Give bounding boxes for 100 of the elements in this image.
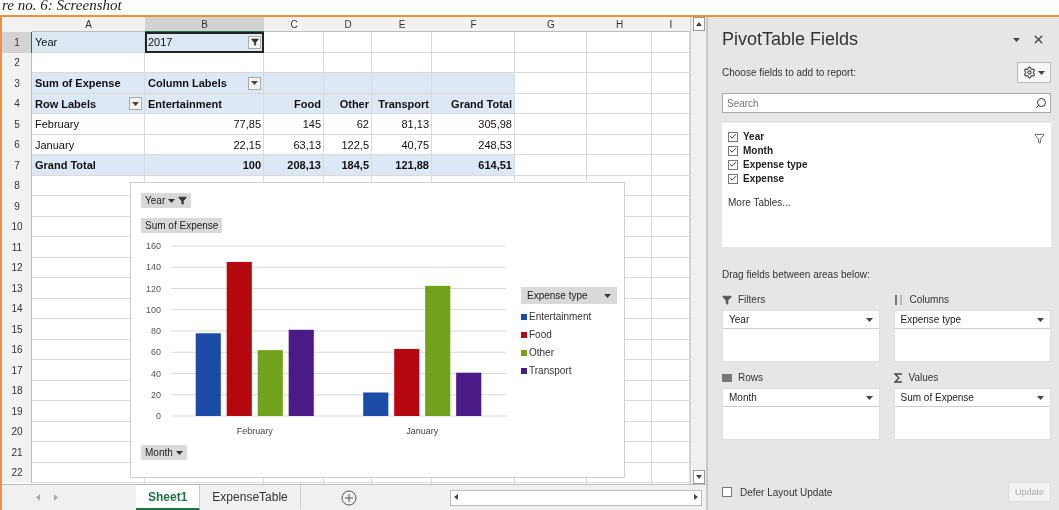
row-header[interactable]: 7 (2, 155, 32, 176)
table-cell[interactable]: 2017 (145, 32, 264, 53)
caret-icon (175, 450, 183, 455)
row-header[interactable]: 20 (2, 421, 32, 442)
checkbox-label: Defer Layout Update (740, 486, 833, 498)
caret-icon (603, 293, 611, 298)
rows-icon (722, 372, 732, 383)
row-header[interactable]: 16 (2, 339, 32, 360)
column-header[interactable]: C (264, 17, 324, 32)
table-cell[interactable] (264, 73, 324, 94)
table-cell[interactable]: Food (264, 93, 324, 114)
vertical-scrollbar[interactable] (690, 17, 706, 484)
axis-field-button[interactable]: Month (141, 445, 187, 460)
area-field-item[interactable]: Expense type (894, 311, 1050, 329)
table-cell[interactable]: 121,88 (372, 155, 432, 176)
column-header[interactable]: H (587, 17, 652, 32)
down-arrow-icon (695, 475, 702, 479)
row-header[interactable]: 2 (2, 52, 32, 73)
row-header[interactable]: 3 (2, 73, 32, 94)
column-header[interactable]: G (515, 17, 587, 32)
area-field-item[interactable]: Sum of Expense (894, 389, 1050, 407)
area-drop-box[interactable]: Year (722, 310, 880, 362)
caret-icon (1037, 395, 1044, 400)
chart-filter-button[interactable]: Year (141, 193, 192, 208)
sheet-tab[interactable]: Sheet1 (136, 485, 201, 510)
sheet-tab[interactable]: ExpenseTable (200, 485, 301, 510)
search-field[interactable]: Search (722, 93, 1051, 113)
tick-label: 80 (151, 326, 161, 336)
legend-item: Entertainment (521, 311, 617, 322)
row-header[interactable]: 13 (2, 278, 32, 299)
settings-button[interactable] (1017, 62, 1051, 83)
area-drop-box[interactable]: Expense type (893, 310, 1051, 362)
row-header[interactable]: 19 (2, 401, 32, 422)
columns-icon (893, 294, 904, 305)
checkbox[interactable] (728, 173, 738, 184)
filter-icon (722, 294, 732, 305)
area-field-item[interactable]: Month (723, 389, 879, 407)
checkbox[interactable] (722, 487, 732, 497)
row-header[interactable]: 18 (2, 380, 32, 401)
table-cell[interactable]: 100 (145, 155, 264, 176)
pane-subtitle: Choose fields to add to report: (722, 67, 857, 78)
table-cell[interactable]: Sum of Expense (32, 73, 145, 94)
caret-icon (865, 395, 873, 400)
row-header[interactable]: 17 (2, 360, 32, 381)
table-cell[interactable] (372, 73, 432, 94)
area-drop-box[interactable]: Month (722, 388, 880, 440)
tick-label: 120 (145, 283, 161, 294)
pane-title: PivotTable Fields (722, 29, 860, 50)
row-header[interactable]: 4 (2, 93, 32, 114)
field-label: Year (743, 131, 765, 142)
row-header[interactable]: 1 (2, 32, 32, 53)
row-header[interactable]: 14 (2, 298, 32, 319)
legend-item: Other (521, 347, 617, 358)
area-label: Columns (909, 294, 949, 305)
area-drop-box[interactable]: Sum of Expense (893, 388, 1051, 440)
dropdown-button[interactable] (129, 97, 142, 111)
row-header[interactable]: 6 (2, 134, 32, 155)
column-header[interactable]: A (32, 17, 145, 32)
row-header[interactable]: 15 (2, 319, 32, 340)
legend-item: Food (521, 329, 617, 340)
row-header[interactable]: 8 (2, 175, 32, 196)
row-header[interactable]: 22 (2, 462, 32, 483)
table-cell[interactable]: 614,51 (432, 155, 515, 176)
area-field-item[interactable]: Year (723, 311, 879, 329)
tick-label: 20 (151, 389, 161, 400)
table-cell[interactable]: 184,5 (324, 155, 372, 176)
column-header[interactable]: E (372, 17, 432, 32)
checkbox[interactable] (728, 145, 738, 156)
column-header[interactable]: F (432, 17, 515, 32)
row-header[interactable]: 9 (2, 196, 32, 217)
row-header[interactable]: 12 (2, 257, 32, 278)
table-cell[interactable]: Year (32, 32, 145, 53)
more-tables-link[interactable]: More Tables... (728, 197, 791, 208)
row-header[interactable]: 10 (2, 216, 32, 237)
row-header[interactable]: 5 (2, 114, 32, 135)
horizontal-scrollbar[interactable] (450, 489, 702, 506)
table-cell[interactable]: Entertainment (145, 93, 264, 114)
checkbox[interactable] (728, 131, 738, 142)
tick-label: 100 (145, 304, 161, 315)
close-icon (1032, 33, 1045, 46)
pivot-chart[interactable]: Year Sum of Expense 0 20 40 60 80 100 120 140 160 February January Expense type Entertainment Food Other Transport Month (130, 182, 625, 478)
column-header[interactable]: D (324, 17, 372, 32)
table-cell[interactable]: 208,13 (264, 155, 324, 176)
table-cell[interactable]: Column Labels (145, 73, 264, 94)
table-cell[interactable]: Other (324, 93, 372, 114)
table-cell[interactable] (432, 73, 515, 94)
table-cell[interactable]: Grand Total (432, 93, 515, 114)
column-header[interactable]: B (145, 17, 264, 32)
table-cell[interactable]: Transport (372, 93, 432, 114)
field-label: Expense (743, 173, 785, 184)
spreadsheet-grid[interactable] (2, 17, 690, 484)
table-cell[interactable] (324, 73, 372, 94)
table-cell[interactable]: Grand Total (32, 155, 145, 176)
column-header[interactable]: I (652, 17, 690, 32)
row-header[interactable]: 21 (2, 442, 32, 463)
checkbox[interactable] (728, 159, 738, 170)
figure-caption: re no. 6: Screenshot (1, 0, 123, 15)
sigma-icon (893, 372, 903, 383)
legend-field-button[interactable]: Expense type (521, 287, 617, 304)
row-header[interactable]: 11 (2, 237, 32, 258)
